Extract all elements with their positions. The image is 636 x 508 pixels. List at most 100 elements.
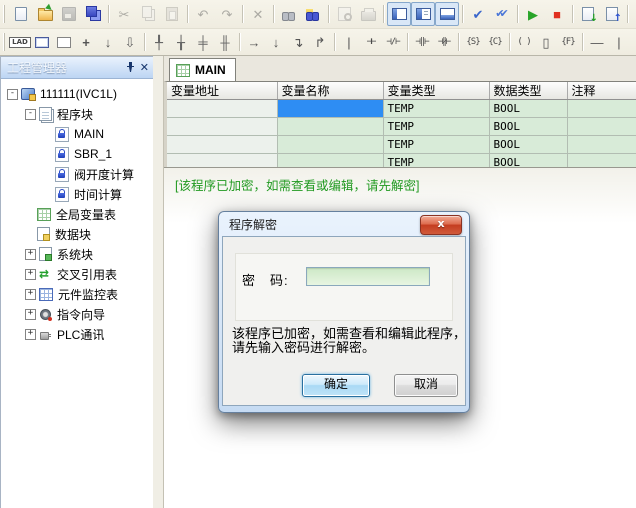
delete-link-button[interactable]: ∤ (630, 31, 636, 53)
output-coil-button[interactable]: ( ) (513, 31, 535, 53)
column-header-name[interactable]: 变量名称 (277, 82, 383, 100)
vertical-link-button[interactable]: | (608, 31, 630, 53)
vertical-line-button[interactable]: | (338, 31, 360, 53)
upload-program-button[interactable] (600, 2, 624, 26)
open-project-icon (38, 10, 53, 21)
tree-item-program-sbr1[interactable]: SBR_1 (1, 144, 153, 164)
merge-branch-down-button[interactable]: ╫ (214, 31, 236, 53)
tree-item-element-monitor-table[interactable]: +元件监控表 (1, 284, 153, 304)
cell-vtype[interactable]: TEMP (383, 136, 489, 154)
expand-toggle-icon[interactable]: + (25, 329, 36, 340)
cell-comment[interactable] (567, 154, 636, 169)
column-header-vtype[interactable]: 变量类型 (383, 82, 489, 100)
cell-name[interactable] (277, 136, 383, 154)
tree-item-program-main[interactable]: MAIN (1, 124, 153, 144)
column-header-addr[interactable]: 变量地址 (167, 82, 277, 100)
insert-row-button[interactable]: ↓ (97, 31, 119, 53)
toggle-output-panel-button[interactable] (435, 2, 459, 26)
find-button[interactable] (277, 2, 301, 26)
tree-item-program-time-calc[interactable]: 时间计算 (1, 184, 153, 204)
compile-all-button[interactable]: ✔✔ (490, 2, 514, 26)
cell-addr[interactable] (167, 100, 277, 118)
tree-item-cross-reference-table[interactable]: +交叉引用表 (1, 264, 153, 284)
close-panel-icon[interactable]: ✕ (140, 62, 149, 73)
tree-item-project-root[interactable]: -111111(IVC1L) (1, 84, 153, 104)
cell-dtype[interactable]: BOOL (489, 118, 567, 136)
tab-main[interactable]: MAIN (169, 58, 236, 81)
expand-toggle-icon[interactable]: + (25, 289, 36, 300)
panel-splitter[interactable] (153, 56, 164, 508)
set-coil-button[interactable]: {S} (462, 31, 484, 53)
column-header-dtype[interactable]: 数据类型 (489, 82, 567, 100)
cell-comment[interactable] (567, 136, 636, 154)
cell-name[interactable] (277, 118, 383, 136)
cell-name[interactable] (277, 154, 383, 169)
branch-down-button[interactable]: ╁ (170, 31, 192, 53)
contact-falling-button[interactable]: ⊣∦⊢ (433, 31, 455, 53)
download-program-button[interactable] (576, 2, 600, 26)
column-header-comment[interactable]: 注释 (567, 82, 636, 100)
monitor-mode-button[interactable] (631, 2, 636, 26)
stop-button[interactable]: ■ (545, 2, 569, 26)
cell-vtype[interactable]: TEMP (383, 118, 489, 136)
tree-item-data-block[interactable]: 数据块 (1, 224, 153, 244)
expand-toggle-icon[interactable]: + (25, 249, 36, 260)
line-down-button[interactable]: ↓ (265, 31, 287, 53)
tree-item-plc-communication[interactable]: +PLC通讯 (1, 324, 153, 344)
toolbar-separator (187, 5, 188, 23)
contact-open-button[interactable]: ⊣⊢ (360, 31, 382, 53)
cell-addr[interactable] (167, 136, 277, 154)
network-comment-button[interactable] (53, 31, 75, 53)
print-preview-icon (338, 7, 351, 21)
block-comment-button[interactable] (31, 31, 53, 53)
cell-name[interactable] (277, 100, 383, 118)
cell-addr[interactable] (167, 154, 277, 169)
line-down-right-button[interactable]: ↴ (287, 31, 309, 53)
expand-toggle-icon[interactable]: - (7, 89, 18, 100)
tree-item-instruction-wizard[interactable]: + 指令向导 (1, 304, 153, 324)
ok-button[interactable]: 确定 (302, 374, 370, 397)
expand-toggle-icon[interactable]: + (25, 269, 36, 280)
horizontal-link-button[interactable]: — (586, 31, 608, 53)
save-all-button[interactable] (81, 2, 105, 26)
cell-vtype[interactable]: TEMP (383, 154, 489, 169)
cell-dtype[interactable]: BOOL (489, 154, 567, 169)
run-button[interactable]: ▶ (521, 2, 545, 26)
toggle-project-panel-button[interactable] (387, 2, 411, 26)
contact-rising-button[interactable]: ⊣‖⊢ (411, 31, 433, 53)
toggle-info-panel-button[interactable] (411, 2, 435, 26)
expand-toggle-icon[interactable]: - (25, 109, 36, 120)
contact-closed-button[interactable]: ⊣/⊢ (382, 31, 404, 53)
compile-button[interactable]: ✔ (466, 2, 490, 26)
tree-item-global-variable-table[interactable]: 全局变量表 (1, 204, 153, 224)
tree-item-program-blocks[interactable]: -程序块 (1, 104, 153, 124)
clear-coil-button[interactable]: {C} (484, 31, 506, 53)
tree-item-system-block[interactable]: +系统块 (1, 244, 153, 264)
merge-branch-up-button[interactable]: ╪ (192, 31, 214, 53)
tree-item-program-valve-calc[interactable]: 阀开度计算 (1, 164, 153, 184)
pin-icon[interactable] (126, 59, 135, 77)
cell-addr[interactable] (167, 118, 277, 136)
branch-up-button[interactable]: ╀ (148, 31, 170, 53)
tree-indent (43, 130, 55, 139)
expand-toggle-icon[interactable]: + (25, 309, 36, 320)
find-replace-button[interactable] (301, 2, 325, 26)
function-block-button[interactable]: ▯ (535, 31, 557, 53)
function-button[interactable]: {F} (557, 31, 579, 53)
line-right-button[interactable]: → (243, 31, 265, 53)
new-file-button[interactable] (9, 2, 33, 26)
tree-item-label: 指令向导 (57, 306, 105, 323)
cancel-button[interactable]: 取消 (394, 374, 458, 397)
cell-dtype[interactable]: BOOL (489, 136, 567, 154)
cell-comment[interactable] (567, 118, 636, 136)
open-project-button[interactable] (33, 2, 57, 26)
cell-vtype[interactable]: TEMP (383, 100, 489, 118)
cell-comment[interactable] (567, 100, 636, 118)
delete-row-button[interactable]: ⇩ (119, 31, 141, 53)
line-up-right-button[interactable]: ↱ (309, 31, 331, 53)
password-input[interactable] (306, 267, 430, 286)
cell-dtype[interactable]: BOOL (489, 100, 567, 118)
insert-network-button[interactable]: + (75, 31, 97, 53)
lad-view-button[interactable]: LAD (9, 31, 31, 53)
dialog-close-button[interactable]: x (420, 215, 462, 235)
